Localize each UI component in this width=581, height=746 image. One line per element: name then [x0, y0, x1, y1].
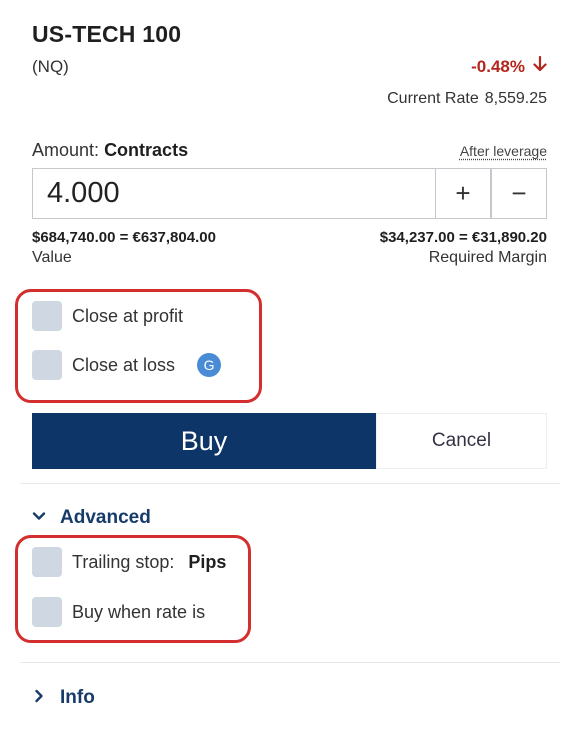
- buy-when-rate-checkbox[interactable]: [32, 597, 62, 627]
- chevron-right-icon: [32, 687, 46, 709]
- increase-amount-button[interactable]: +: [435, 168, 491, 219]
- divider: [20, 483, 560, 484]
- current-rate-label: Current Rate: [387, 90, 479, 107]
- arrow-down-icon: [533, 55, 547, 77]
- current-rate: Current Rate 8,559.25: [387, 90, 547, 108]
- trailing-stop-unit: Pips: [188, 551, 227, 572]
- close-at-profit-label: Close at profit: [72, 305, 184, 326]
- close-at-profit-option[interactable]: Close at profit: [32, 301, 183, 331]
- guaranteed-stop-icon[interactable]: G: [197, 353, 222, 377]
- buy-button[interactable]: Buy: [32, 413, 376, 469]
- info-title: Info: [60, 687, 95, 708]
- chevron-down-icon: [32, 507, 46, 529]
- close-at-loss-label: Close at loss: [72, 354, 176, 375]
- instrument-ticker: (NQ): [32, 57, 69, 76]
- instrument-name: US-TECH 100: [32, 21, 182, 47]
- trailing-stop-checkbox[interactable]: [32, 547, 62, 577]
- trailing-stop-label: Trailing stop:: [72, 551, 175, 572]
- info-toggle[interactable]: Info: [32, 687, 95, 709]
- buy-when-rate-label: Buy when rate is: [72, 601, 206, 622]
- close-at-loss-option[interactable]: Close at loss G: [32, 350, 222, 380]
- required-margin-value: $34,237.00 = €31,890.20: [379, 229, 547, 246]
- after-leverage-link[interactable]: After leverage: [460, 143, 547, 159]
- advanced-toggle[interactable]: Advanced: [32, 507, 151, 529]
- buy-when-rate-option[interactable]: Buy when rate is: [32, 597, 205, 627]
- required-margin-label: Required Margin: [428, 249, 547, 266]
- amount-label-text: Amount:: [32, 140, 100, 160]
- close-at-profit-checkbox[interactable]: [32, 301, 62, 331]
- amount-unit: Contracts: [104, 140, 189, 160]
- price-change: -0.48%: [471, 55, 547, 77]
- current-rate-value: 8,559.25: [484, 90, 547, 107]
- decrease-amount-button[interactable]: −: [491, 168, 547, 219]
- divider: [20, 662, 560, 663]
- position-value: $684,740.00 = €637,804.00: [32, 229, 216, 246]
- close-at-loss-checkbox[interactable]: [32, 350, 62, 380]
- amount-label: Amount: Contracts: [32, 140, 188, 161]
- advanced-title: Advanced: [60, 507, 151, 528]
- amount-input[interactable]: [32, 168, 436, 219]
- cancel-button[interactable]: Cancel: [376, 413, 547, 469]
- trailing-stop-option[interactable]: Trailing stop: Pips: [32, 547, 226, 577]
- price-change-value: -0.48%: [471, 56, 525, 76]
- position-value-label: Value: [32, 249, 72, 266]
